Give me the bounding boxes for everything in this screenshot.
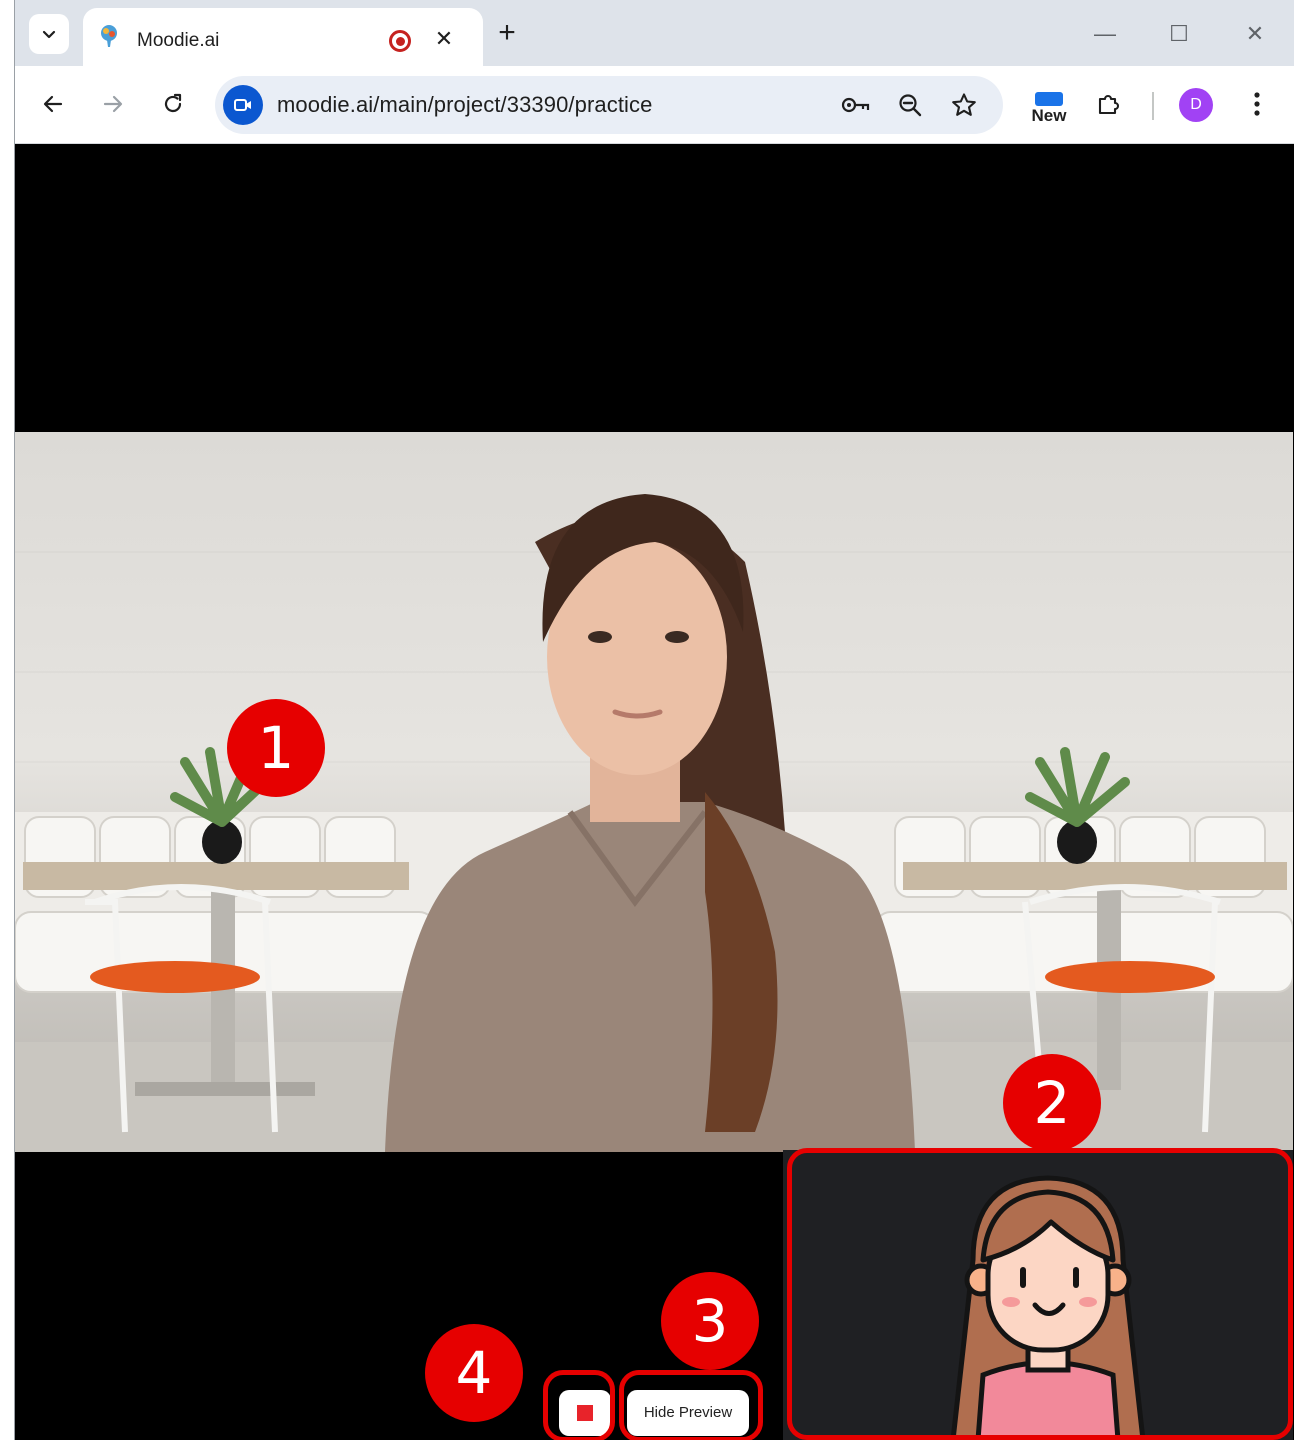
puzzle-icon [1098,95,1119,115]
zoom-out-icon [899,94,922,117]
highlight-box-stop [543,1370,615,1440]
extensions-button[interactable] [1089,84,1129,124]
reload-icon [164,93,182,113]
back-button[interactable] [35,86,71,122]
key-icon [841,97,870,113]
password-key-button[interactable] [841,90,871,120]
close-window-button[interactable]: ✕ [1235,14,1275,54]
tab-moodie[interactable]: Moodie.ai ✕ [83,8,483,66]
annotation-marker-2: 2 [1003,1054,1101,1152]
url-text: moodie.ai/main/project/33390/practice [277,92,653,117]
ai-avatar-video [15,432,1293,1152]
browser-window: Moodie.ai ✕ + — ☐ ✕ moodie.ai/main/proje… [14,0,1294,1440]
highlight-box-preview [787,1148,1293,1440]
zoom-button[interactable] [895,90,925,120]
tab-title: Moodie.ai [137,30,220,51]
address-bar[interactable]: moodie.ai/main/project/33390/practice [215,76,1003,134]
moodie-favicon-icon [101,25,117,47]
new-tab-button[interactable]: + [487,14,527,54]
recording-icon [389,30,411,52]
tab-strip: Moodie.ai ✕ + — ☐ ✕ [15,0,1294,66]
annotation-marker-4: 4 [425,1324,523,1422]
tab-search-button[interactable] [29,14,69,54]
new-feature-button[interactable]: New [1027,88,1071,128]
browser-toolbar: moodie.ai/main/project/33390/practice Ne… [15,66,1294,144]
toolbar-divider [1152,92,1154,120]
practice-video-stage: 1 2 4 Hide Preview 3 [15,144,1294,1440]
browser-menu-button[interactable] [1237,84,1277,124]
maximize-button[interactable]: ☐ [1159,14,1199,54]
reload-button[interactable] [155,86,191,122]
tab-close-button[interactable]: ✕ [429,24,459,54]
site-info-button[interactable] [223,85,263,125]
new-badge-label: New [1031,106,1067,125]
arrow-left-icon [43,95,63,113]
arrow-right-icon [103,95,123,113]
annotation-marker-3: 3 [661,1272,759,1370]
cafe-scene-illustration [15,494,1293,1152]
minimize-button[interactable]: — [1085,14,1125,54]
bookmark-button[interactable] [949,90,979,120]
new-badge-graphic [1035,92,1063,106]
highlight-box-hide-preview [619,1370,763,1440]
profile-avatar[interactable]: D [1179,88,1213,122]
video-camera-icon [234,99,251,111]
forward-button[interactable] [95,86,131,122]
annotation-marker-1: 1 [227,699,325,797]
star-icon [952,93,976,116]
chevron-down-icon [42,30,56,39]
kebab-menu-icon [1254,92,1260,116]
